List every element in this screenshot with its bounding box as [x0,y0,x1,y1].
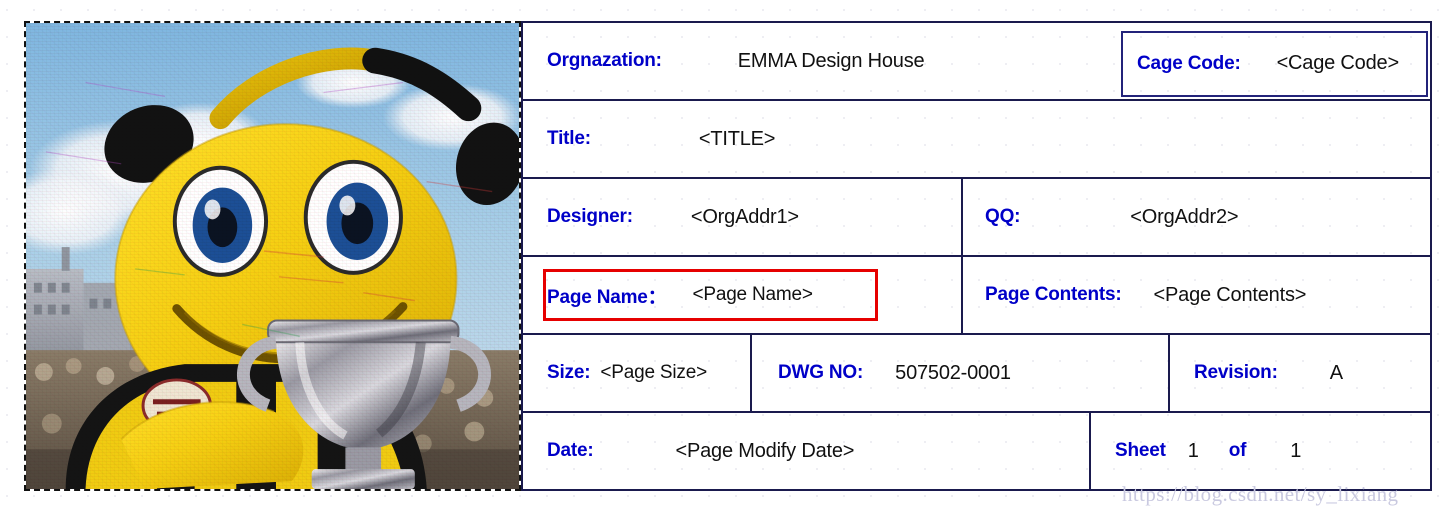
page-name-value[interactable]: <Page Name> [692,284,813,306]
page-name-cell[interactable]: Page Name： <Page Name> [523,257,963,333]
qq-cell[interactable]: QQ: <OrgAddr2> [963,179,1430,255]
dwg-no-label: DWG NO: [778,362,864,383]
title-cell[interactable]: Title: <TITLE> [523,101,1430,177]
size-value[interactable]: <Page Size> [600,362,707,384]
dwg-no-cell[interactable]: DWG NO: 507502-0001 [752,335,1170,411]
size-row: Size: <Page Size> DWG NO: 507502-0001 Re… [523,335,1430,413]
drawing-canvas: Orgnazation: EMMA Design House Cage Code… [0,0,1456,513]
organization-value[interactable]: EMMA Design House [738,50,925,73]
revision-cell[interactable]: Revision: A [1170,335,1430,411]
page-contents-cell[interactable]: Page Contents: <Page Contents> [963,257,1430,333]
revision-value[interactable]: A [1330,362,1343,385]
page-name-label: Page Name： [547,286,667,308]
designer-value[interactable]: <OrgAddr1> [691,206,799,229]
sheet-label: Sheet [1115,440,1166,461]
date-value[interactable]: <Page Modify Date> [676,440,855,463]
organization-label: Orgnazation: [547,50,662,71]
sheet-cell[interactable]: Sheet 1 of 1 [1091,413,1430,489]
date-label: Date: [547,440,594,461]
designer-cell[interactable]: Designer: <OrgAddr1> [523,179,963,255]
sheet-of-label: of [1228,440,1247,461]
dwg-no-value[interactable]: 507502-0001 [895,362,1011,385]
date-cell[interactable]: Date: <Page Modify Date> [523,413,1091,489]
page-contents-label: Page Contents: [985,284,1122,305]
cage-code-selected-box[interactable]: Cage Code: <Cage Code> [1121,30,1428,97]
organization-cell[interactable]: Orgnazation: EMMA Design House [523,23,1119,99]
qq-value[interactable]: <OrgAddr2> [1130,206,1238,229]
pagename-row: Page Name： <Page Name> Page Contents: <P… [523,257,1430,335]
title-label: Title: [547,128,591,149]
image-selection-frame[interactable] [24,21,521,491]
designer-label: Designer: [547,206,633,227]
organization-row: Orgnazation: EMMA Design House Cage Code… [523,23,1430,101]
revision-label: Revision: [1194,362,1278,383]
watermark-text: https://blog.csdn.net/sy_lixiang [1122,482,1399,506]
size-cell[interactable]: Size: <Page Size> [523,335,752,411]
cage-code-label: Cage Code: [1137,52,1241,74]
sheet-number[interactable]: 1 [1188,440,1199,463]
page-contents-value[interactable]: <Page Contents> [1154,284,1307,307]
title-value[interactable]: <TITLE> [699,128,776,151]
bee-mascot-photo[interactable] [26,23,519,489]
cage-code-value[interactable]: <Cage Code> [1277,52,1400,75]
date-row: Date: <Page Modify Date> Sheet 1 of 1 [523,413,1430,489]
size-label: Size: [547,362,591,383]
qq-label: QQ: [985,206,1021,227]
drawing-title-block: Orgnazation: EMMA Design House Cage Code… [521,21,1432,491]
designer-row: Designer: <OrgAddr1> QQ: <OrgAddr2> [523,179,1430,257]
cage-code-cell[interactable]: Cage Code: <Cage Code> [1119,23,1430,99]
sheet-total[interactable]: 1 [1290,440,1301,463]
title-row: Title: <TITLE> [523,101,1430,179]
